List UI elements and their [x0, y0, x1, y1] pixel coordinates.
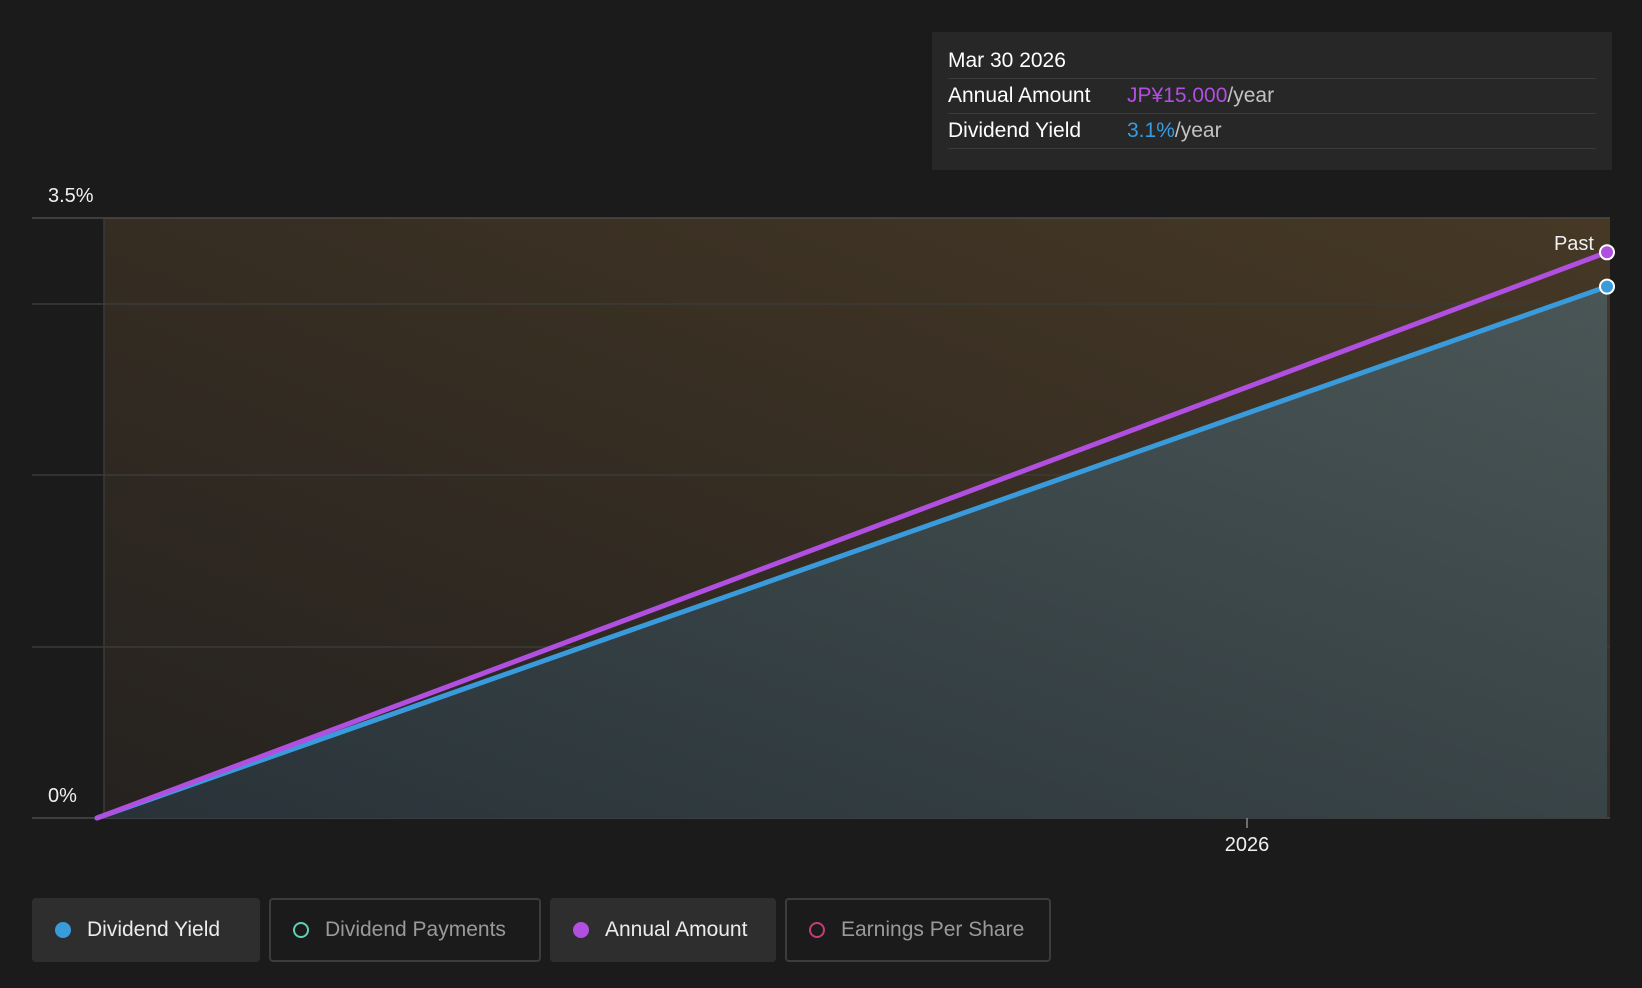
hollow-dot-icon — [809, 922, 825, 938]
filled-dot-icon — [573, 922, 589, 938]
data-tooltip: Mar 30 2026 Annual Amount JP¥15.000 /yea… — [932, 32, 1612, 170]
legend-annual-amount-button[interactable]: Annual Amount — [550, 898, 776, 962]
y-axis-top-label: 3.5% — [48, 185, 94, 207]
filled-dot-icon — [55, 922, 71, 938]
tooltip-unit: /year — [1174, 119, 1222, 142]
legend-label: Annual Amount — [605, 918, 748, 941]
tooltip-value: JP¥15.000 — [1127, 84, 1228, 107]
legend-label: Dividend Payments — [325, 918, 506, 941]
tooltip-date: Mar 30 2026 — [948, 44, 1596, 79]
tooltip-unit: /year — [1227, 84, 1275, 107]
legend-label: Earnings Per Share — [841, 918, 1025, 941]
past-region-label: Past — [1554, 233, 1594, 255]
legend-dividend-yield-button[interactable]: Dividend Yield — [32, 898, 260, 962]
legend-dividend-payments-button[interactable]: Dividend Payments — [269, 898, 541, 962]
x-axis-tick-label-2026: 2026 — [1225, 834, 1270, 856]
legend-earnings-per-share-button[interactable]: Earnings Per Share — [785, 898, 1051, 962]
tooltip-row-annual-amount: Annual Amount JP¥15.000 /year — [948, 79, 1596, 114]
hollow-dot-icon — [293, 922, 309, 938]
tooltip-label: Annual Amount — [948, 84, 1091, 107]
annual-amount-end-marker — [1599, 244, 1615, 261]
tooltip-label: Dividend Yield — [948, 119, 1082, 142]
chart-legend: Dividend Yield Dividend Payments Annual … — [32, 898, 1051, 962]
legend-label: Dividend Yield — [87, 918, 221, 941]
dividend-yield-end-marker — [1599, 278, 1615, 295]
tooltip-row-dividend-yield: Dividend Yield 3.1% /year — [948, 114, 1596, 149]
tooltip-value: 3.1% — [1127, 119, 1175, 142]
y-axis-bottom-label: 0% — [48, 785, 77, 807]
